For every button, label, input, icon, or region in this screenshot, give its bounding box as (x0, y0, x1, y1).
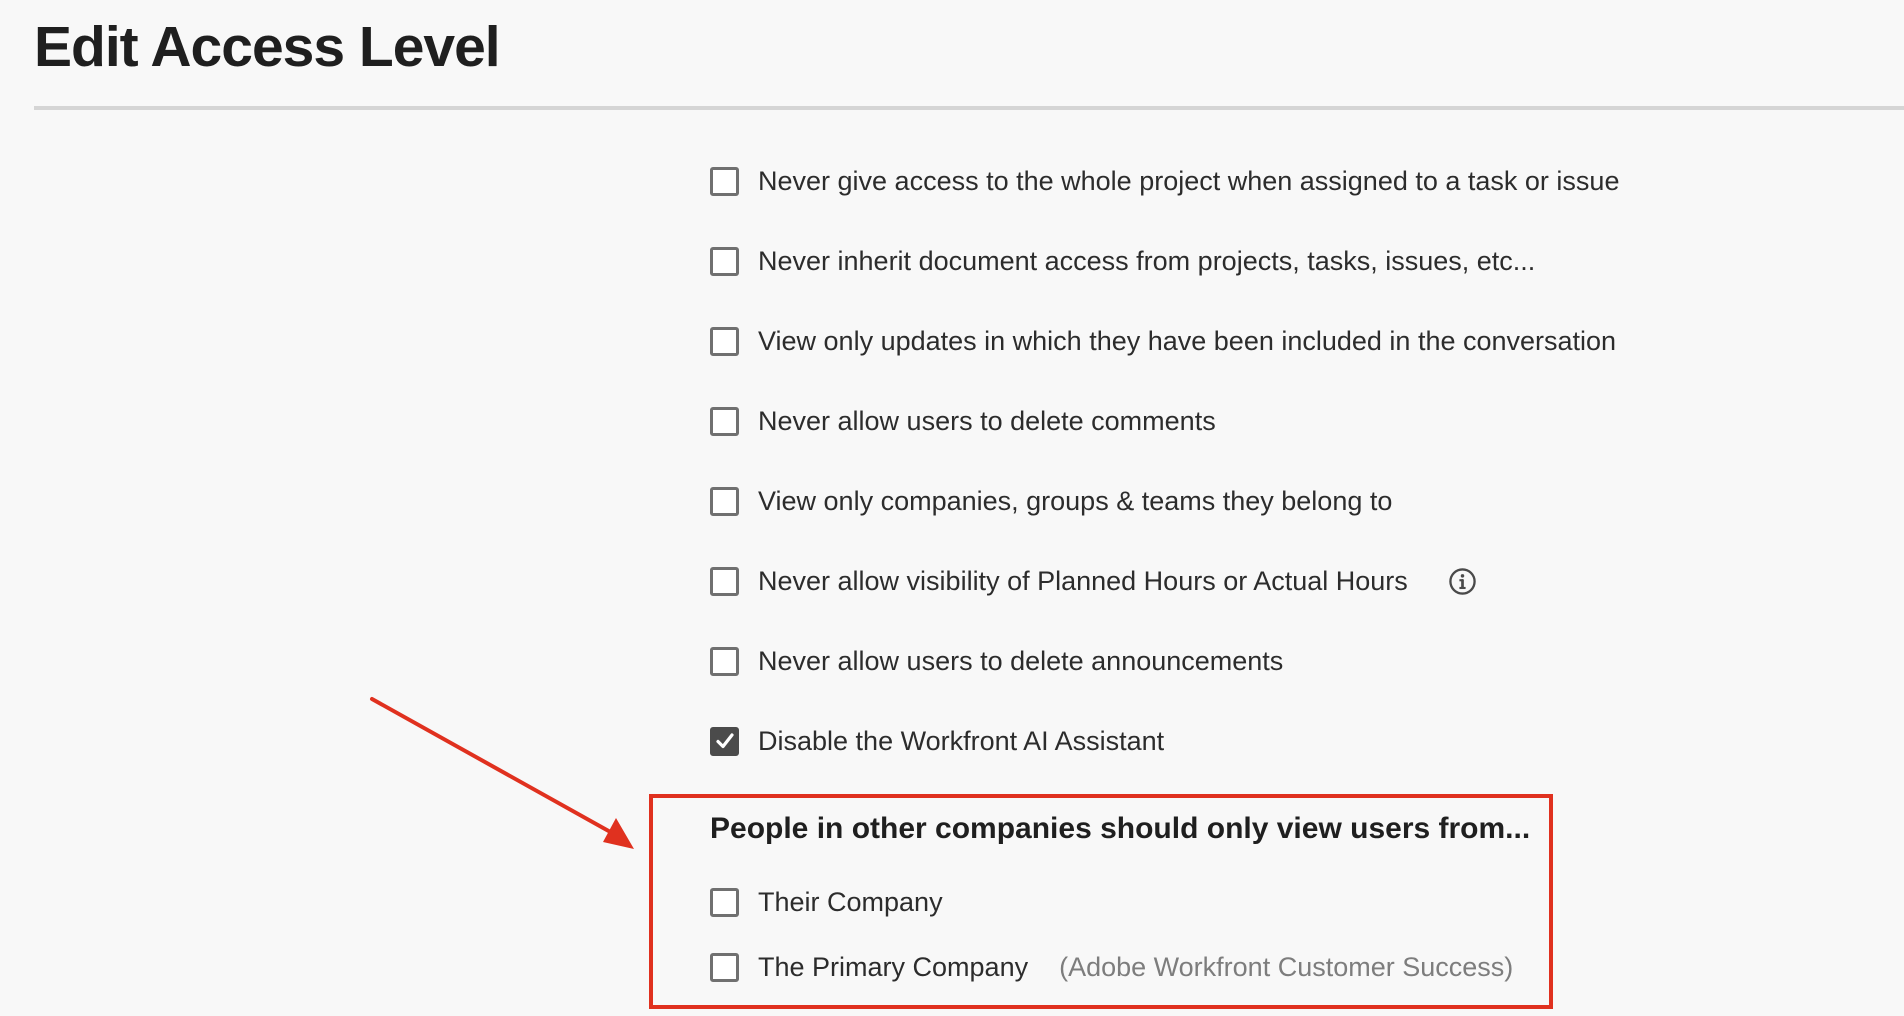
option-never-show-hours[interactable]: Never allow visibility of Planned Hours … (710, 566, 1477, 596)
option-disable-ai-assistant[interactable]: Disable the Workfront AI Assistant (710, 726, 1164, 756)
option-never-inherit-document-access[interactable]: Never inherit document access from proje… (710, 246, 1535, 276)
info-icon[interactable] (1448, 567, 1477, 596)
option-label[interactable]: Never allow users to delete announcement… (758, 646, 1283, 677)
checkbox[interactable] (710, 326, 739, 356)
checkmark-icon (715, 733, 734, 749)
option-label[interactable]: View only updates in which they have bee… (758, 326, 1616, 357)
option-label[interactable]: View only companies, groups & teams they… (758, 486, 1392, 517)
checkbox[interactable] (710, 166, 739, 196)
option-never-delete-comments[interactable]: Never allow users to delete comments (710, 406, 1216, 436)
option-label[interactable]: Never allow visibility of Planned Hours … (758, 566, 1408, 597)
option-never-give-project-access[interactable]: Never give access to the whole project w… (710, 166, 1619, 196)
option-never-delete-announcements[interactable]: Never allow users to delete announcement… (710, 646, 1283, 676)
option-view-only-own-companies[interactable]: View only companies, groups & teams they… (710, 486, 1392, 516)
checkbox[interactable] (710, 646, 739, 676)
primary-company-name: (Adobe Workfront Customer Success) (1059, 951, 1514, 982)
option-primary-company[interactable]: The Primary Company (Adobe Workfront Cus… (710, 952, 1513, 982)
checkbox[interactable] (710, 726, 739, 756)
checkbox[interactable] (710, 406, 739, 436)
checkbox[interactable] (710, 566, 739, 596)
checkbox[interactable] (710, 246, 739, 276)
checkbox[interactable] (710, 887, 739, 917)
company-visibility-heading: People in other companies should only vi… (710, 812, 1531, 845)
option-their-company[interactable]: Their Company (710, 887, 943, 917)
option-label[interactable]: Their Company (758, 887, 943, 918)
checkbox[interactable] (710, 486, 739, 516)
option-label[interactable]: Disable the Workfront AI Assistant (758, 726, 1164, 757)
option-label[interactable]: Never allow users to delete comments (758, 406, 1216, 437)
option-label[interactable]: Never give access to the whole project w… (758, 166, 1619, 197)
checkbox[interactable] (710, 952, 739, 982)
page-title: Edit Access Level (34, 15, 501, 79)
title-divider (34, 106, 1904, 110)
option-view-only-included-updates[interactable]: View only updates in which they have bee… (710, 326, 1616, 356)
option-label[interactable]: Never inherit document access from proje… (758, 246, 1535, 277)
option-label[interactable]: The Primary Company (758, 952, 1028, 983)
